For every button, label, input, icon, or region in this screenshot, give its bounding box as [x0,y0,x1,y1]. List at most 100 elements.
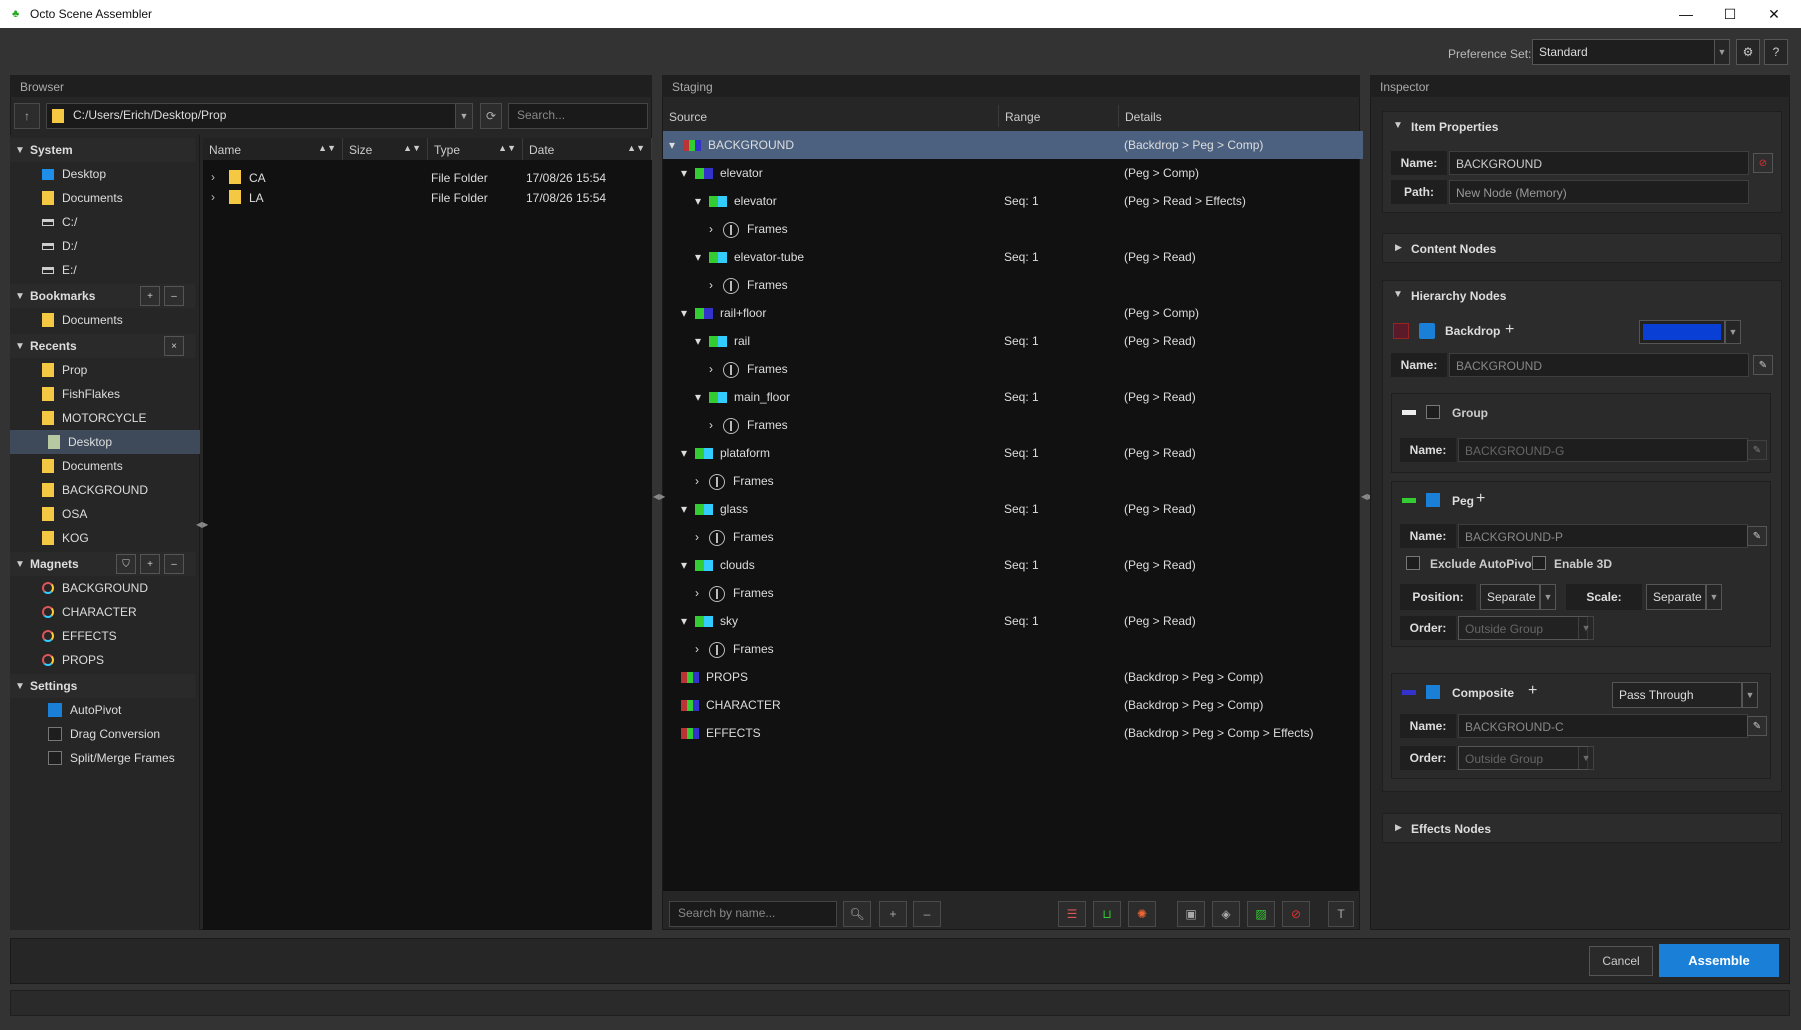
layers-icon[interactable]: ◈ [1212,901,1240,927]
node-list-icon[interactable]: ☰ [1058,901,1086,927]
tree-item-documents[interactable]: Documents [10,186,200,210]
chevron-down-icon[interactable]: ▼ [1540,584,1556,610]
tree-item-recent[interactable]: BACKGROUND [10,478,200,502]
checkbox[interactable] [48,751,62,765]
effects-icon[interactable]: ✺ [1128,901,1156,927]
tree-item-recent[interactable]: Documents [10,454,200,478]
remove-bookmark-icon[interactable]: – [164,286,184,306]
staging-row[interactable]: › Frames [663,467,1363,495]
tree-item-bookmark-documents[interactable]: Documents [10,308,200,332]
path-input[interactable]: C:/Users/Erich/Desktop/Prop [46,103,456,129]
backdrop-enable-checkbox[interactable] [1419,323,1435,339]
file-row[interactable]: › LA File Folder 17/08/26 15:54 [203,188,652,208]
add-magnet-icon[interactable]: + [140,554,160,574]
staging-search-input[interactable]: Search by name... [669,901,837,927]
content-nodes-section[interactable]: ▶ Content Nodes [1382,233,1782,263]
setting-autopivot[interactable]: AutoPivot [10,698,200,722]
tag-icon[interactable]: ✎ [1747,526,1767,546]
browser-search-input[interactable]: Search... [508,103,648,129]
position-select[interactable]: Separate [1480,584,1540,610]
tree-item-recent[interactable]: Prop [10,358,200,382]
staging-row[interactable]: ▾ rail Seq: 1 (Peg > Read) [663,327,1363,355]
up-arrow-icon[interactable]: ↑ [14,103,40,129]
magnet-icon[interactable]: ⊔ [1093,901,1121,927]
gear-icon[interactable]: ⚙ [1736,39,1760,65]
hide-icon[interactable]: ⊘ [1282,901,1310,927]
checkbox[interactable] [48,703,62,717]
staging-row[interactable]: ▾ elevator (Peg > Comp) [663,159,1363,187]
chevron-right-icon[interactable]: ▶ [1395,242,1402,253]
chevron-down-icon[interactable]: ▼ [1393,120,1403,131]
tag-icon[interactable]: ✎ [1753,355,1773,375]
staging-row[interactable]: ▾ plataform Seq: 1 (Peg > Read) [663,439,1363,467]
section-settings[interactable]: ▼ Settings [10,674,195,698]
item-name-field[interactable]: BACKGROUND [1449,151,1749,175]
staging-row[interactable]: › Frames [663,523,1363,551]
chevron-down-icon[interactable]: ▼ [1393,289,1403,300]
path-dropdown-icon[interactable]: ▼ [455,103,473,129]
staging-row[interactable]: ▾ rail+floor (Peg > Comp) [663,299,1363,327]
tree-item-drive-e[interactable]: E:/ [10,258,200,282]
tree-item-magnet[interactable]: BACKGROUND [10,576,200,600]
tag-icon[interactable]: ✎ [1747,440,1767,460]
staging-row[interactable]: ▾ glass Seq: 1 (Peg > Read) [663,495,1363,523]
hide-icon[interactable]: ⊘ [1753,153,1773,173]
close-icon[interactable]: ✕ [1752,0,1796,28]
clear-recents-icon[interactable]: × [164,336,184,356]
help-icon[interactable]: ? [1764,39,1788,65]
staging-row[interactable]: › Frames [663,579,1363,607]
preference-select[interactable]: Standard [1532,39,1718,65]
staging-row[interactable]: ▾ clouds Seq: 1 (Peg > Read) [663,551,1363,579]
filter-icon[interactable]: ⛉ [116,554,136,574]
splitter-handle[interactable]: ◀▶ [653,492,665,501]
cancel-button[interactable]: Cancel [1589,946,1653,976]
chevron-down-icon[interactable]: ▼ [1706,584,1722,610]
splitter-handle[interactable]: ◀▶ [196,520,208,529]
composite-mode-select[interactable]: Pass Through [1612,682,1742,708]
item-properties-title[interactable]: Item Properties [1411,120,1498,134]
tree-item-magnet[interactable]: CHARACTER [10,600,200,624]
effects-nodes-section[interactable]: ▶ Effects Nodes [1382,813,1782,843]
scale-select[interactable]: Separate [1646,584,1706,610]
backdrop-name-field[interactable]: BACKGROUND [1449,353,1749,377]
staging-row[interactable]: CHARACTER (Backdrop > Peg > Comp) [663,691,1363,719]
exclude-autopivot-checkbox[interactable] [1406,556,1420,570]
tree-item-magnet[interactable]: PROPS [10,648,200,672]
chevron-down-icon[interactable]: ▼ [1578,616,1594,640]
section-system[interactable]: ▼ System [10,138,195,162]
maximize-icon[interactable]: ☐ [1708,0,1752,28]
column-details[interactable]: Details [1119,105,1359,127]
tree-item-recent[interactable]: OSA [10,502,200,526]
chevron-down-icon[interactable]: ▼ [1742,682,1758,708]
setting-drag-conversion[interactable]: Drag Conversion [10,722,200,746]
backdrop-color-picker[interactable] [1639,320,1725,344]
column-range[interactable]: Range [999,105,1119,127]
add-icon[interactable]: + [879,901,907,927]
image-icon[interactable]: ▨ [1247,901,1275,927]
peg-enable-checkbox[interactable] [1426,493,1440,507]
column-type[interactable]: Type ▲▼ [428,138,523,160]
enable-3d-checkbox[interactable] [1532,556,1546,570]
composite-name-field[interactable]: BACKGROUND-C [1458,714,1748,738]
tree-item-recent[interactable]: FishFlakes [10,382,200,406]
text-icon[interactable]: T [1328,901,1354,927]
staging-row[interactable]: › Frames [663,411,1363,439]
add-peg-icon[interactable]: + [1476,490,1485,508]
remove-magnet-icon[interactable]: – [164,554,184,574]
chevron-right-icon[interactable]: ▶ [1395,822,1402,833]
staging-row[interactable]: ▾ BACKGROUND (Backdrop > Peg > Comp) [663,131,1363,159]
tree-item-drive-c[interactable]: C:/ [10,210,200,234]
tree-item-drive-d[interactable]: D:/ [10,234,200,258]
composite-order-select[interactable]: Outside Group [1458,746,1588,770]
staging-row[interactable]: › Frames [663,271,1363,299]
column-source[interactable]: Source [663,105,999,127]
chevron-down-icon[interactable]: ▼ [1725,320,1741,344]
setting-split-merge[interactable]: Split/Merge Frames [10,746,200,770]
hierarchy-nodes-title[interactable]: Hierarchy Nodes [1411,289,1506,303]
column-date[interactable]: Date ▲▼ [523,138,652,160]
chevron-down-icon[interactable]: ▼ [1578,746,1594,770]
peg-name-field[interactable]: BACKGROUND-P [1458,524,1748,548]
refresh-icon[interactable]: ⟳ [480,103,502,129]
checkbox[interactable] [48,727,62,741]
tag-icon[interactable]: ✎ [1747,716,1767,736]
